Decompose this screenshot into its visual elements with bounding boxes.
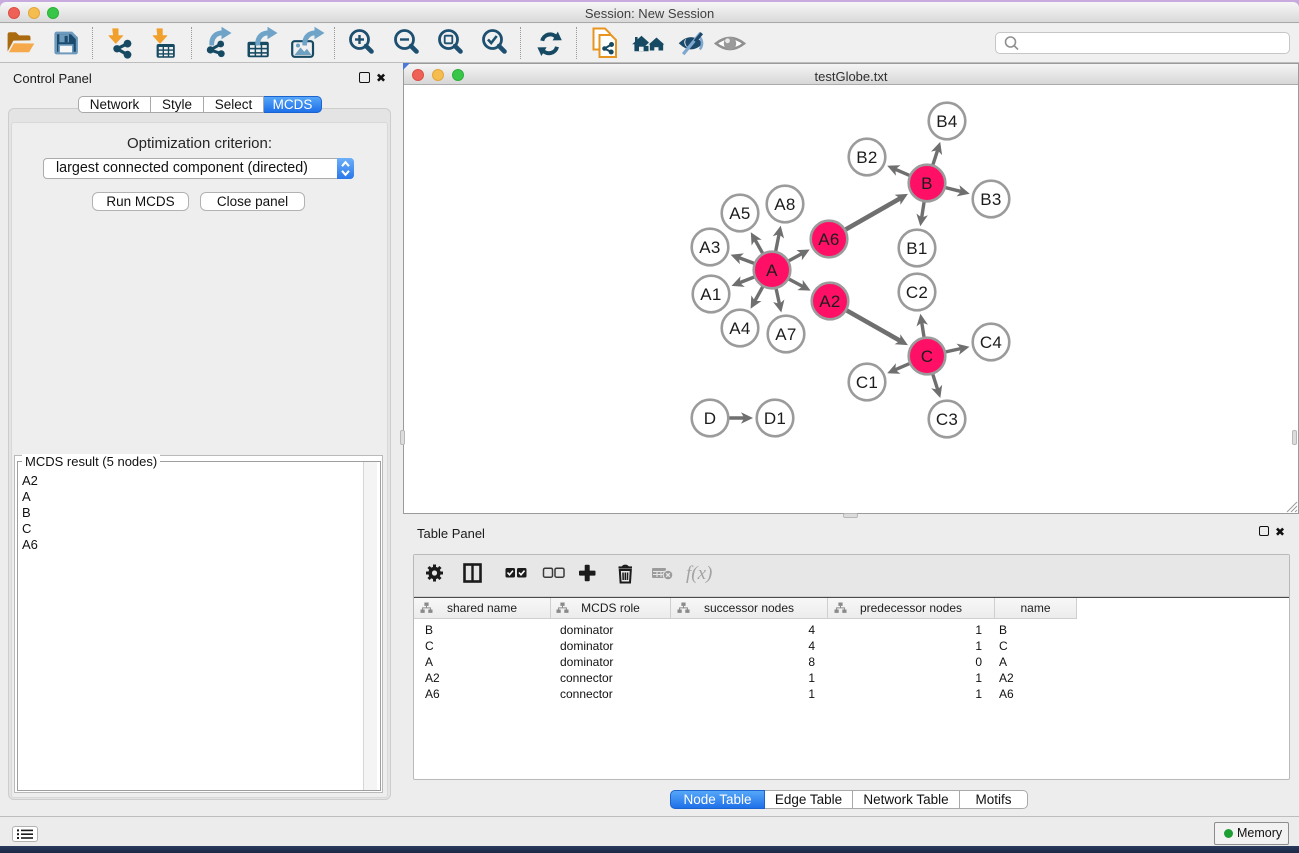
svg-text:B2: B2 [856,148,877,167]
svg-text:B: B [921,174,933,193]
svg-text:C2: C2 [906,283,928,302]
svg-text:C3: C3 [936,410,958,429]
svg-text:C4: C4 [980,333,1002,352]
svg-text:A6: A6 [818,230,839,249]
svg-text:B1: B1 [906,239,927,258]
svg-text:A2: A2 [819,292,840,311]
svg-text:f(x): f(x) [686,563,712,584]
svg-text:A: A [766,261,778,280]
svg-text:C: C [921,347,934,366]
svg-text:B4: B4 [936,112,957,131]
svg-text:C1: C1 [856,373,878,392]
svg-text:B3: B3 [980,190,1001,209]
svg-text:A8: A8 [774,195,795,214]
svg-text:A3: A3 [699,238,720,257]
svg-text:A4: A4 [729,319,750,338]
svg-text:A7: A7 [775,325,796,344]
svg-text:D1: D1 [764,409,786,428]
svg-text:A5: A5 [729,204,750,223]
svg-text:A1: A1 [700,285,721,304]
svg-text:D: D [704,409,717,428]
